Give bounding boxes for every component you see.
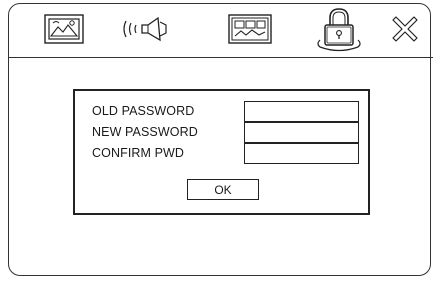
password-lock-button[interactable] [308, 4, 370, 54]
new-password-field[interactable] [244, 122, 359, 143]
close-icon [390, 14, 420, 44]
confirm-password-label: CONFIRM PWD [92, 146, 185, 160]
toolbar-divider [8, 57, 433, 58]
old-password-field[interactable] [244, 101, 359, 122]
picture-settings-button[interactable] [36, 4, 92, 54]
picture-settings-icon [42, 12, 86, 46]
close-button[interactable] [384, 4, 426, 54]
confirm-password-field[interactable] [244, 143, 359, 164]
new-password-label: NEW PASSWORD [92, 125, 198, 139]
old-password-label: OLD PASSWORD [92, 104, 195, 118]
system-settings-icon [224, 12, 276, 46]
system-settings-button[interactable] [218, 4, 282, 54]
password-lock-icon [314, 6, 364, 52]
ok-button[interactable]: OK [187, 179, 259, 200]
audio-settings-button[interactable] [114, 4, 180, 54]
audio-settings-icon [120, 11, 174, 47]
